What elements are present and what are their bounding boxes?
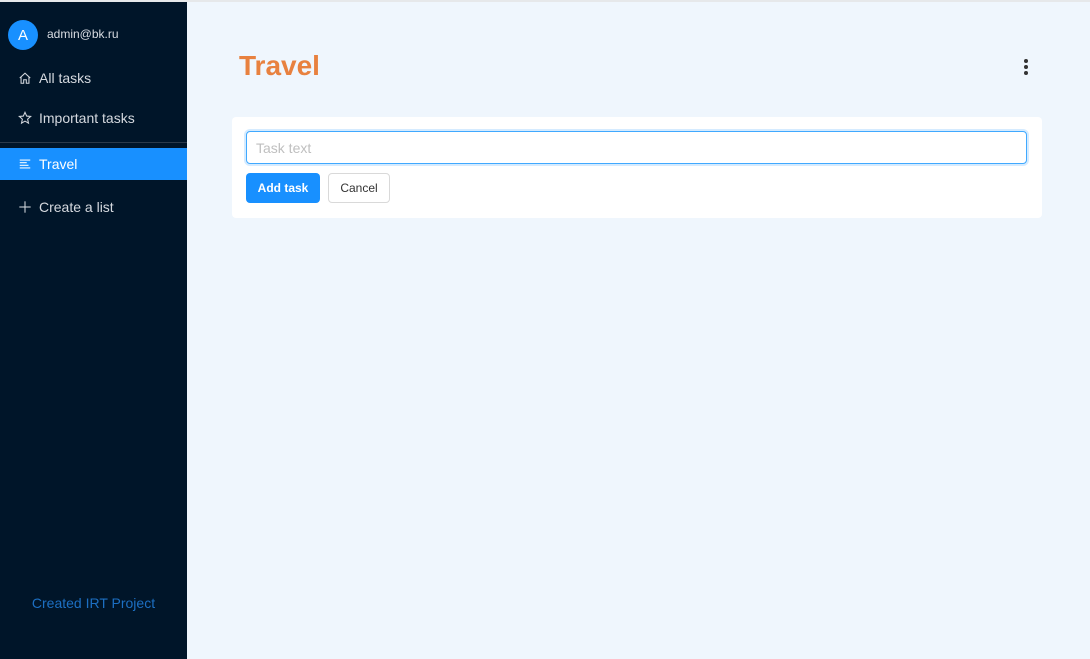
more-options-button[interactable] [1019,56,1033,78]
footer-credit[interactable]: Created IRT Project [0,595,187,611]
sidebar-item-label: Create a list [39,199,114,215]
sidebar-item-label: Important tasks [39,110,135,126]
sidebar-item-all-tasks[interactable]: All tasks [0,62,187,94]
sidebar-item-label: Travel [39,156,78,172]
user-profile[interactable]: A admin@bk.ru [0,2,187,60]
add-task-card: Add task Cancel [232,117,1042,218]
create-list-button[interactable]: Create a list [0,191,187,223]
page-title: Travel [239,50,320,81]
main-content: Travel Add task Cancel [187,2,1090,659]
plus-icon [17,200,32,215]
cancel-button[interactable]: Cancel [328,173,390,203]
more-dot-icon [1024,65,1028,69]
more-dot-icon [1024,71,1028,75]
task-text-input[interactable] [246,131,1027,164]
add-task-button[interactable]: Add task [246,173,320,203]
app-window: A admin@bk.ru All tasks Important tasks [0,0,1090,659]
sidebar-item-important-tasks[interactable]: Important tasks [0,102,187,134]
user-email: admin@bk.ru [47,27,119,41]
star-icon [17,111,32,126]
avatar[interactable]: A [8,20,38,50]
sidebar-divider [0,142,187,143]
sidebar-item-travel[interactable]: Travel [0,148,187,180]
home-icon [17,71,32,86]
more-dot-icon [1024,59,1028,63]
sidebar-item-label: All tasks [39,70,92,86]
list-icon [17,157,32,172]
sidebar: A admin@bk.ru All tasks Important tasks [0,2,187,659]
